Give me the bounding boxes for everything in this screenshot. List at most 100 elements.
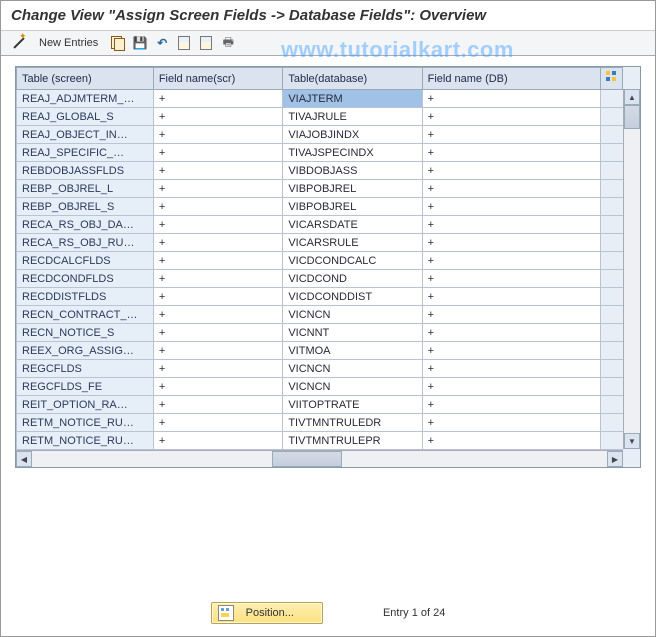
- cell[interactable]: TIVTMNTRULEPR: [283, 432, 422, 450]
- cell[interactable]: REAJ_SPECIFIC_…: [17, 144, 154, 162]
- cell[interactable]: +: [153, 90, 283, 108]
- hscroll-thumb[interactable]: [272, 451, 342, 467]
- cell[interactable]: REEX_ORG_ASSIG…: [17, 342, 154, 360]
- table-row[interactable]: REBDOBJASSFLDS+VIBDOBJASS+: [17, 162, 623, 180]
- cell[interactable]: +: [153, 180, 283, 198]
- cell[interactable]: +: [422, 306, 600, 324]
- save-icon[interactable]: 💾: [132, 35, 148, 51]
- cell[interactable]: VICNCN: [283, 378, 422, 396]
- cell[interactable]: REAJ_GLOBAL_S: [17, 108, 154, 126]
- cell[interactable]: +: [153, 432, 283, 450]
- cell[interactable]: +: [422, 288, 600, 306]
- table-row[interactable]: RECDDISTFLDS+VICDCONDDIST+: [17, 288, 623, 306]
- cell[interactable]: TIVAJSPECINDX: [283, 144, 422, 162]
- horizontal-scrollbar[interactable]: ◀ ▶: [16, 450, 623, 467]
- table-row[interactable]: RECN_CONTRACT_…+VICNCN+: [17, 306, 623, 324]
- cell[interactable]: VICNCN: [283, 306, 422, 324]
- select-all-icon[interactable]: [176, 35, 192, 51]
- cell[interactable]: +: [422, 414, 600, 432]
- table-row[interactable]: RECDCONDFLDS+VICDCOND+: [17, 270, 623, 288]
- cell[interactable]: VICNNT: [283, 324, 422, 342]
- cell[interactable]: +: [153, 252, 283, 270]
- cell[interactable]: +: [153, 216, 283, 234]
- cell[interactable]: +: [422, 324, 600, 342]
- cell[interactable]: +: [422, 216, 600, 234]
- cell[interactable]: TIVTMNTRULEDR: [283, 414, 422, 432]
- cell[interactable]: +: [153, 360, 283, 378]
- configure-columns-button[interactable]: [600, 68, 622, 90]
- cell[interactable]: VIBPOBJREL: [283, 198, 422, 216]
- cell[interactable]: +: [153, 198, 283, 216]
- cell[interactable]: VICARSRULE: [283, 234, 422, 252]
- position-button[interactable]: Position...: [211, 602, 323, 624]
- cell[interactable]: RECDCONDFLDS: [17, 270, 154, 288]
- cell[interactable]: +: [153, 270, 283, 288]
- new-entries-button[interactable]: New Entries: [33, 35, 104, 51]
- table-row[interactable]: REAJ_OBJECT_IN…+VIAJOBJINDX+: [17, 126, 623, 144]
- undo-icon[interactable]: ↶: [154, 35, 170, 51]
- cell[interactable]: VICDCONDCALC: [283, 252, 422, 270]
- table-row[interactable]: REBP_OBJREL_L+VIBPOBJREL+: [17, 180, 623, 198]
- cell[interactable]: +: [422, 126, 600, 144]
- hscroll-track[interactable]: [32, 451, 607, 467]
- cell[interactable]: REAJ_OBJECT_IN…: [17, 126, 154, 144]
- table-row[interactable]: REBP_OBJREL_S+VIBPOBJREL+: [17, 198, 623, 216]
- cell[interactable]: VICDCOND: [283, 270, 422, 288]
- table-row[interactable]: REAJ_ADJMTERM_…+VIAJTERM+: [17, 90, 623, 108]
- table-row[interactable]: RETM_NOTICE_RU…+TIVTMNTRULEDR+: [17, 414, 623, 432]
- cell[interactable]: +: [422, 432, 600, 450]
- cell[interactable]: +: [153, 342, 283, 360]
- table-row[interactable]: RECDCALCFLDS+VICDCONDCALC+: [17, 252, 623, 270]
- cell[interactable]: VIITOPTRATE: [283, 396, 422, 414]
- vertical-scrollbar[interactable]: ▲ ▼: [623, 89, 640, 449]
- scroll-right-button[interactable]: ▶: [607, 451, 623, 467]
- cell[interactable]: +: [153, 306, 283, 324]
- cell[interactable]: +: [422, 144, 600, 162]
- cell[interactable]: +: [422, 396, 600, 414]
- table-row[interactable]: REEX_ORG_ASSIG…+VITMOA+: [17, 342, 623, 360]
- cell[interactable]: +: [422, 234, 600, 252]
- vscroll-thumb[interactable]: [624, 105, 640, 129]
- cell[interactable]: VITMOA: [283, 342, 422, 360]
- scroll-left-button[interactable]: ◀: [16, 451, 32, 467]
- cell[interactable]: +: [153, 324, 283, 342]
- cell[interactable]: REBP_OBJREL_S: [17, 198, 154, 216]
- cell[interactable]: +: [422, 252, 600, 270]
- cell[interactable]: VIAJOBJINDX: [283, 126, 422, 144]
- table-row[interactable]: REAJ_GLOBAL_S+TIVAJRULE+: [17, 108, 623, 126]
- table-row[interactable]: REAJ_SPECIFIC_…+TIVAJSPECINDX+: [17, 144, 623, 162]
- col-header-table-database[interactable]: Table(database): [283, 68, 422, 90]
- cell[interactable]: REBP_OBJREL_L: [17, 180, 154, 198]
- cell[interactable]: +: [153, 126, 283, 144]
- cell[interactable]: +: [153, 162, 283, 180]
- cell[interactable]: +: [422, 378, 600, 396]
- cell[interactable]: +: [422, 198, 600, 216]
- table-row[interactable]: RECA_RS_OBJ_RU…+VICARSRULE+: [17, 234, 623, 252]
- cell[interactable]: +: [422, 162, 600, 180]
- cell[interactable]: RECDDISTFLDS: [17, 288, 154, 306]
- cell[interactable]: REGCFLDS_FE: [17, 378, 154, 396]
- copy-icon[interactable]: [110, 35, 126, 51]
- print-icon[interactable]: 🖶: [220, 35, 236, 51]
- cell[interactable]: RETM_NOTICE_RU…: [17, 414, 154, 432]
- cell[interactable]: REIT_OPTION_RA…: [17, 396, 154, 414]
- cell[interactable]: VIBDOBJASS: [283, 162, 422, 180]
- cell[interactable]: +: [422, 270, 600, 288]
- table-row[interactable]: RETM_NOTICE_RU…+TIVTMNTRULEPR+: [17, 432, 623, 450]
- cell[interactable]: VIAJTERM: [283, 90, 422, 108]
- table-row[interactable]: REIT_OPTION_RA…+VIITOPTRATE+: [17, 396, 623, 414]
- cell[interactable]: +: [153, 414, 283, 432]
- vscroll-track[interactable]: [624, 105, 640, 433]
- cell[interactable]: +: [153, 144, 283, 162]
- cell[interactable]: VICNCN: [283, 360, 422, 378]
- cell[interactable]: VICDCONDDIST: [283, 288, 422, 306]
- cell[interactable]: RETM_NOTICE_RU…: [17, 432, 154, 450]
- cell[interactable]: +: [422, 342, 600, 360]
- table-row[interactable]: RECN_NOTICE_S+VICNNT+: [17, 324, 623, 342]
- table-row[interactable]: REGCFLDS_FE+VICNCN+: [17, 378, 623, 396]
- cell[interactable]: +: [153, 108, 283, 126]
- cell[interactable]: REGCFLDS: [17, 360, 154, 378]
- cell[interactable]: +: [422, 108, 600, 126]
- col-header-table-screen[interactable]: Table (screen): [17, 68, 154, 90]
- cell[interactable]: +: [153, 234, 283, 252]
